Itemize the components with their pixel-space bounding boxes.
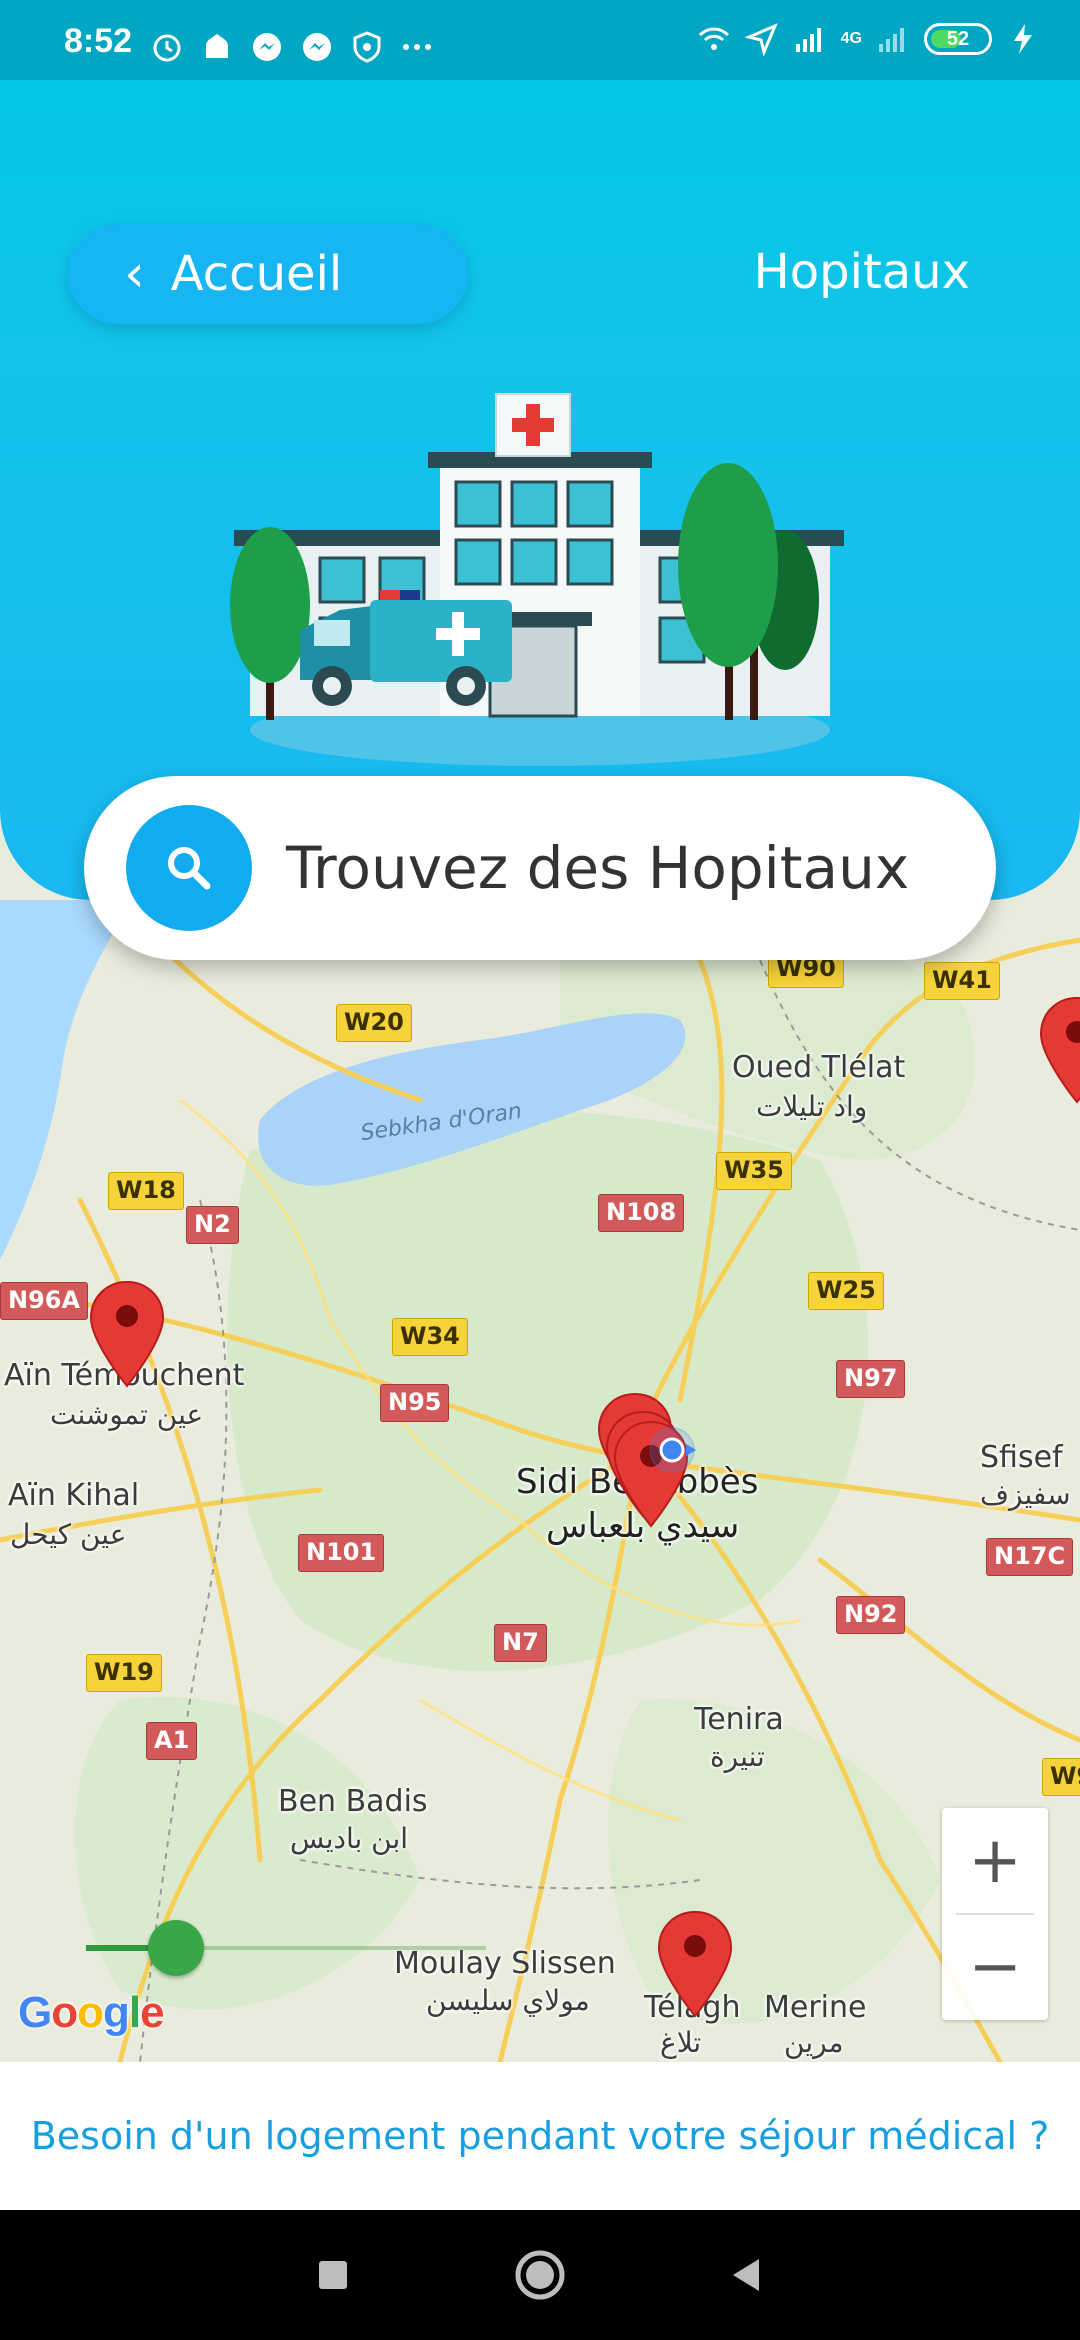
zoom-out-button[interactable]: − (942, 1914, 1048, 2020)
signal-icon (795, 28, 821, 52)
system-nav-bar (0, 2210, 1080, 2340)
road-shield: A1 (146, 1722, 198, 1760)
signal-icon (879, 28, 904, 52)
location-arrow-icon (744, 23, 778, 56)
zoom-controls: + − (942, 1808, 1048, 2020)
map-label-place-ar: سفيزف (980, 1478, 1071, 1511)
road-shield: N7 (494, 1624, 547, 1662)
back-nav-button[interactable] (707, 2235, 787, 2315)
road-shield: W20 (336, 1004, 412, 1042)
more-icon (403, 44, 431, 50)
status-bar: 8:52 4G 52 (0, 0, 1080, 80)
back-button-label: Accueil (170, 246, 343, 302)
road-shield: N95 (380, 1384, 450, 1422)
square-icon (319, 2261, 348, 2289)
map-label-place-ar: واد تليلات (756, 1090, 868, 1123)
zoom-divider (956, 1913, 1034, 1915)
road-shield: W25 (808, 1272, 884, 1310)
map-label-place-ar: عين كيحل (10, 1518, 127, 1551)
triangle-back-icon (732, 2259, 759, 2291)
road-shield: N92 (836, 1596, 906, 1634)
back-button[interactable]: ‹ Accueil (68, 224, 468, 324)
road-shield: W41 (924, 962, 1000, 1000)
accommodation-link[interactable]: Besoin d'un logement pendant votre séjou… (31, 2114, 1050, 2158)
search-input[interactable]: Trouvez des Hopitaux (286, 834, 909, 902)
road-shield: W19 (86, 1654, 162, 1692)
system-icons: 4G 52 (697, 22, 1040, 56)
map-label-place-ar: مرين (784, 2026, 844, 2059)
header-panel: 8:52 4G 52 ‹ Accueil Hopitaux (0, 0, 1080, 900)
zoom-in-button[interactable]: + (942, 1808, 1048, 1914)
page-title: Hopitaux (753, 244, 970, 300)
map-label-place-ar: تنيرة (710, 1740, 765, 1773)
network-type: 4G (840, 30, 862, 47)
search-button[interactable] (126, 805, 252, 931)
battery-icon: 52 (924, 23, 992, 55)
hospital-illustration (230, 393, 844, 766)
map-label-place-ar: عين تموشنت (50, 1398, 204, 1431)
map-label-place-ar: مولاي سليسن (426, 1984, 590, 2017)
hospital-map-pin[interactable] (656, 1910, 734, 2018)
mosque-icon (206, 34, 228, 58)
road-shield: N101 (298, 1534, 385, 1572)
alarm-icon (153, 34, 181, 62)
charging-icon (1014, 24, 1032, 54)
wifi-icon (698, 27, 729, 50)
my-location-icon (649, 1427, 696, 1473)
road-shield: N97 (836, 1360, 906, 1398)
road-shield: W34 (392, 1318, 468, 1356)
road-shield: N108 (598, 1194, 685, 1232)
map-label-place: Tenira (694, 1702, 784, 1737)
messenger-icon (303, 33, 331, 61)
home-button[interactable] (500, 2235, 580, 2315)
shield-icon (353, 31, 381, 63)
google-logo: Google (18, 1988, 165, 2037)
road-shield: W9 (1042, 1758, 1080, 1796)
slider-knob[interactable] (148, 1920, 204, 1976)
hospital-map-pin[interactable] (1038, 996, 1080, 1104)
battery-level: 52 (946, 27, 970, 50)
map-label-place: Oued Tlélat (732, 1050, 906, 1085)
hospital-map-pin[interactable] (88, 1280, 166, 1388)
map-label-place: Ben Badis (278, 1784, 428, 1819)
notification-icons (150, 30, 434, 64)
messenger-icon (253, 33, 281, 61)
road-shield: N17C (986, 1538, 1074, 1576)
map-label-place-ar: ابن باديس (290, 1822, 409, 1855)
search-bar[interactable]: Trouvez des Hopitaux (84, 776, 996, 960)
road-shield: W35 (716, 1152, 792, 1190)
footer: Besoin d'un logement pendant votre séjou… (0, 2062, 1080, 2210)
search-icon (168, 847, 211, 890)
road-shield: N2 (186, 1206, 239, 1244)
map-label-place: Aïn Kihal (8, 1478, 140, 1513)
radius-slider[interactable] (86, 1918, 486, 1978)
status-time: 8:52 (64, 22, 133, 60)
map-label-place-ar: تلاغ (660, 2026, 702, 2059)
road-shield: W18 (108, 1172, 184, 1210)
recents-button[interactable] (293, 2235, 373, 2315)
map-label-place: Sfisef (980, 1440, 1063, 1475)
chevron-left-icon: ‹ (124, 244, 145, 304)
circle-icon (515, 2250, 565, 2300)
map-label-place: Merine (764, 1990, 867, 2025)
road-shield: N96A (0, 1282, 89, 1320)
